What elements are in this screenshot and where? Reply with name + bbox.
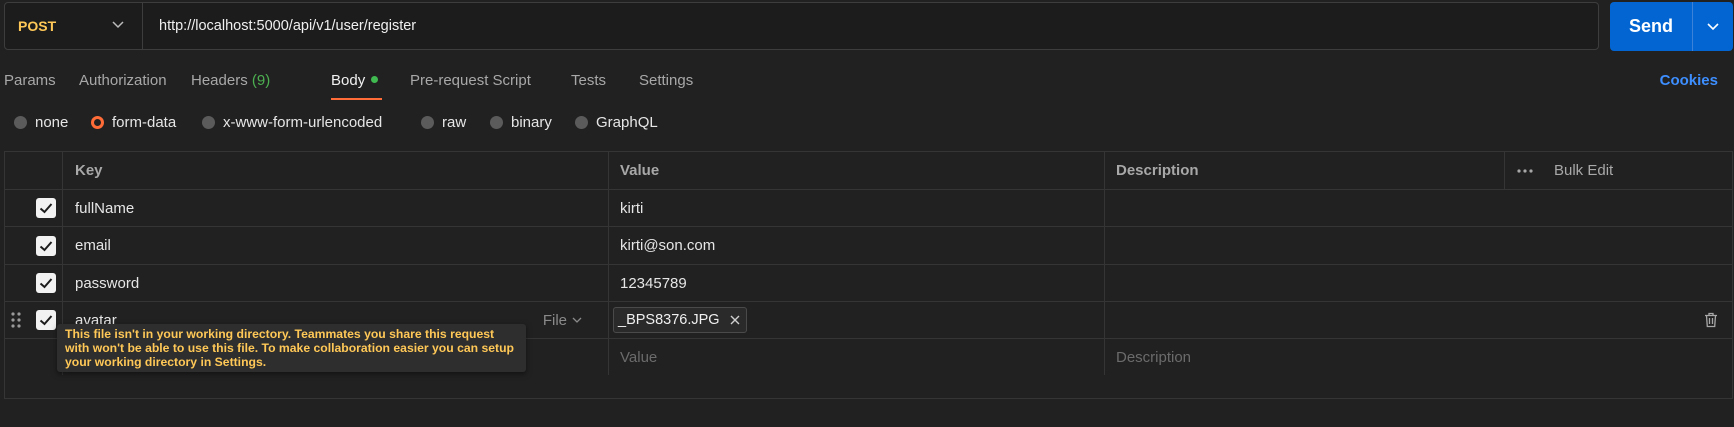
radio-circle [421, 116, 434, 129]
description-cell[interactable] [1104, 227, 1732, 264]
chevron-down-icon [1707, 22, 1719, 30]
trash-icon[interactable] [1704, 312, 1718, 328]
key-type-dropdown[interactable]: File [543, 312, 582, 329]
header-actions: Bulk Edit [1504, 152, 1732, 189]
drag-handle-icon[interactable] [11, 312, 21, 328]
radio-graphql[interactable]: GraphQL [575, 114, 658, 131]
tab-headers[interactable]: Headers (9) [191, 72, 270, 89]
table-row: password 12345789 [5, 265, 1732, 302]
column-value: Value [608, 152, 1104, 189]
check-icon [39, 315, 53, 326]
key-cell[interactable]: email [62, 227, 608, 264]
method-selector[interactable]: POST [5, 3, 143, 49]
tab-body-label: Body [331, 72, 366, 89]
radio-label: none [35, 114, 69, 131]
file-name: _BPS8376.JPG [618, 312, 720, 328]
headers-count: (9) [251, 72, 271, 89]
description-cell[interactable] [1104, 190, 1732, 226]
radio-binary[interactable]: binary [490, 114, 552, 131]
check-icon [39, 240, 53, 251]
chevron-down-icon [112, 21, 124, 29]
radio-circle [14, 116, 27, 129]
table-row: fullName kirti [5, 190, 1732, 227]
chevron-down-icon [572, 317, 582, 323]
radio-circle-selected [91, 116, 104, 129]
radio-none[interactable]: none [14, 114, 68, 131]
radio-label: GraphQL [596, 114, 658, 131]
value-cell[interactable]: kirti@son.com [608, 227, 1104, 264]
row-checkbox[interactable] [36, 198, 56, 218]
row-checkbox[interactable] [36, 310, 56, 330]
active-tab-indicator [331, 98, 382, 100]
tab-params[interactable]: Params [4, 72, 56, 89]
radio-form-data[interactable]: form-data [91, 114, 176, 131]
tab-headers-label: Headers [191, 72, 248, 89]
request-tabs: Params Authorization Headers (9) Body Pr… [0, 68, 1734, 102]
radio-label: binary [511, 114, 552, 131]
column-description: Description [1104, 152, 1504, 189]
more-options-icon[interactable] [1517, 168, 1533, 173]
remove-file-icon[interactable] [730, 315, 740, 325]
tab-pre-request-script[interactable]: Pre-request Script [410, 72, 531, 89]
tab-settings[interactable]: Settings [639, 72, 693, 89]
radio-x-www-form-urlencoded[interactable]: x-www-form-urlencoded [202, 114, 382, 131]
row-checkbox[interactable] [36, 273, 56, 293]
key-type-label: File [542, 311, 567, 329]
bulk-edit-button[interactable]: Bulk Edit [1554, 162, 1613, 179]
description-cell[interactable] [1104, 302, 1504, 338]
body-type-selector: none form-data x-www-form-urlencoded raw… [0, 114, 900, 138]
cookies-link[interactable]: Cookies [1660, 72, 1718, 89]
check-icon [39, 203, 53, 214]
send-button[interactable]: Send [1610, 2, 1733, 51]
value-cell[interactable]: 12345789 [608, 265, 1104, 301]
description-cell[interactable] [1104, 265, 1732, 301]
table-row: email kirti@son.com [5, 227, 1732, 265]
row-checkbox[interactable] [36, 235, 56, 256]
body-status-dot [371, 76, 379, 83]
key-cell[interactable]: password [62, 265, 608, 301]
radio-label: raw [442, 114, 467, 131]
send-options-button[interactable] [1693, 22, 1733, 32]
method-label: POST [18, 18, 57, 34]
new-description-input[interactable]: Description [1104, 339, 1732, 375]
check-icon [39, 278, 53, 289]
file-warning-tooltip: This file isn't in your working director… [57, 324, 526, 372]
new-value-input[interactable]: Value [608, 339, 1104, 375]
url-input[interactable]: http://localhost:5000/api/v1/user/regist… [159, 3, 416, 49]
value-cell[interactable]: kirti [608, 190, 1104, 226]
radio-raw[interactable]: raw [421, 114, 466, 131]
send-label: Send [1628, 16, 1673, 36]
table-header: Key Value Description Bulk Edit [5, 152, 1732, 190]
radio-label: x-www-form-urlencoded [223, 114, 383, 131]
file-chip: _BPS8376.JPG [613, 307, 747, 333]
radio-label: form-data [112, 114, 177, 131]
column-key: Key [62, 152, 608, 189]
tab-tests[interactable]: Tests [571, 72, 606, 89]
key-cell[interactable]: fullName [62, 190, 608, 226]
radio-circle [575, 116, 588, 129]
tab-body[interactable]: Body [331, 72, 379, 89]
tab-authorization[interactable]: Authorization [79, 72, 167, 89]
request-url-bar: POST http://localhost:5000/api/v1/user/r… [4, 2, 1599, 50]
radio-circle [490, 116, 503, 129]
radio-circle [202, 116, 215, 129]
value-cell[interactable]: _BPS8376.JPG [608, 302, 1104, 338]
